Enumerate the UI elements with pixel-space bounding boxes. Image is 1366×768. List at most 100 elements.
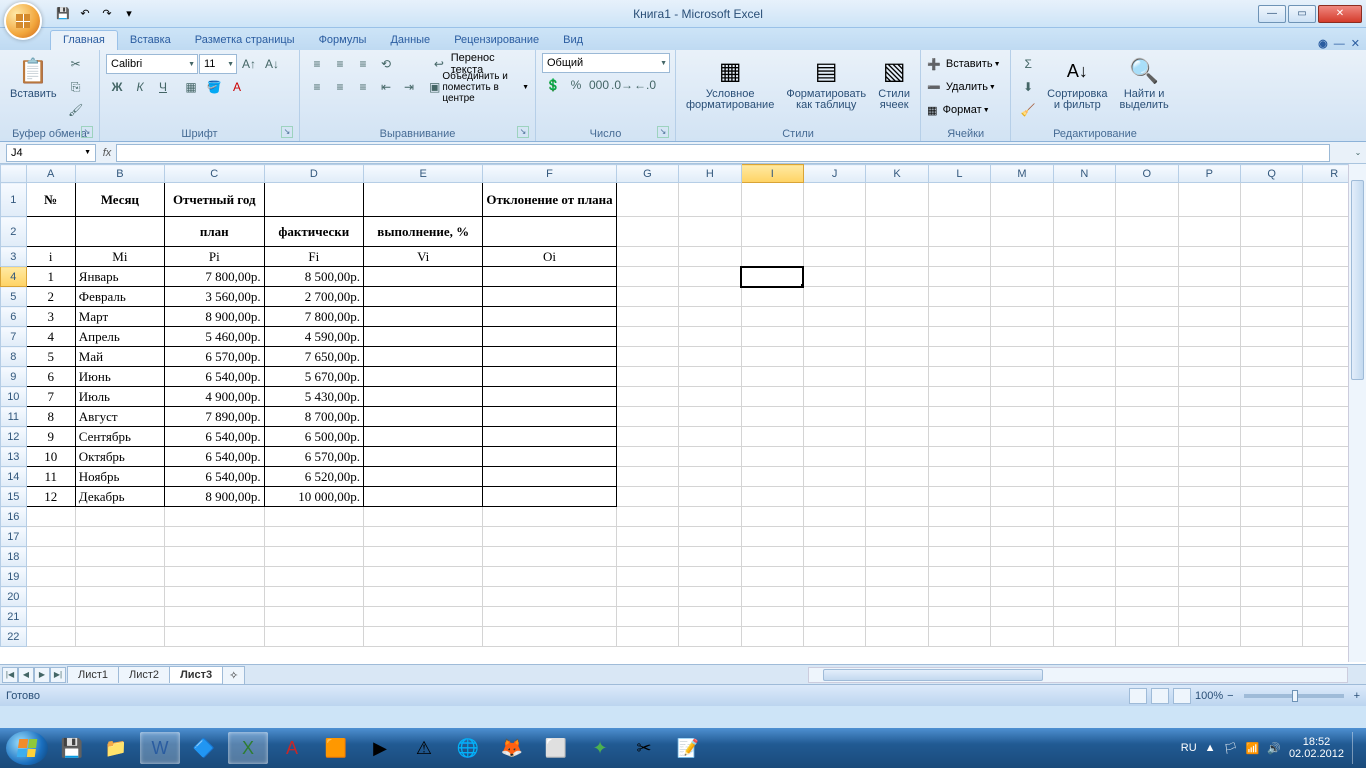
cell-E13[interactable] (364, 447, 483, 467)
cell-B10[interactable]: Июль (75, 387, 164, 407)
cell-O22[interactable] (1116, 627, 1178, 647)
cell-J21[interactable] (803, 607, 865, 627)
col-header-J[interactable]: J (803, 165, 865, 183)
cell-F2[interactable] (483, 217, 616, 247)
orientation-button[interactable]: ⟲ (375, 53, 397, 75)
cell-D9[interactable]: 5 670,00р. (264, 367, 363, 387)
cell-J14[interactable] (803, 467, 865, 487)
col-header-P[interactable]: P (1178, 165, 1240, 183)
cell-I20[interactable] (741, 587, 803, 607)
cell-L16[interactable] (928, 507, 990, 527)
cell-A1[interactable]: № (26, 183, 75, 217)
cell-C15[interactable]: 8 900,00р. (164, 487, 264, 507)
cell-P5[interactable] (1178, 287, 1240, 307)
cell-O8[interactable] (1116, 347, 1178, 367)
cell-A7[interactable]: 4 (26, 327, 75, 347)
row-header-4[interactable]: 4 (1, 267, 27, 287)
cell-M17[interactable] (991, 527, 1053, 547)
cell-K3[interactable] (866, 247, 928, 267)
cell-D18[interactable] (264, 547, 363, 567)
row-header-1[interactable]: 1 (1, 183, 27, 217)
number-format-combo[interactable]: Общий▼ (542, 53, 670, 73)
cell-E17[interactable] (364, 527, 483, 547)
cell-O10[interactable] (1116, 387, 1178, 407)
row-header-9[interactable]: 9 (1, 367, 27, 387)
sheet-nav-first-icon[interactable]: |◀ (2, 667, 18, 683)
cell-F20[interactable] (483, 587, 616, 607)
sheet-nav-next-icon[interactable]: ▶ (34, 667, 50, 683)
cell-E3[interactable]: Vi (364, 247, 483, 267)
cell-K1[interactable] (866, 183, 928, 217)
cell-H14[interactable] (679, 467, 741, 487)
cell-C16[interactable] (164, 507, 264, 527)
cell-L22[interactable] (928, 627, 990, 647)
cell-E20[interactable] (364, 587, 483, 607)
sheet-tab-2[interactable]: Лист3 (169, 666, 223, 683)
cell-Q6[interactable] (1240, 307, 1302, 327)
cell-K14[interactable] (866, 467, 928, 487)
cell-B6[interactable]: Март (75, 307, 164, 327)
cell-H22[interactable] (679, 627, 741, 647)
cell-K20[interactable] (866, 587, 928, 607)
cell-P8[interactable] (1178, 347, 1240, 367)
cell-I22[interactable] (741, 627, 803, 647)
col-header-C[interactable]: C (164, 165, 264, 183)
cell-P12[interactable] (1178, 427, 1240, 447)
cell-F14[interactable] (483, 467, 616, 487)
row-header-18[interactable]: 18 (1, 547, 27, 567)
cell-J11[interactable] (803, 407, 865, 427)
cell-F8[interactable] (483, 347, 616, 367)
sheet-tab-0[interactable]: Лист1 (67, 666, 119, 683)
cell-N9[interactable] (1053, 367, 1115, 387)
row-header-19[interactable]: 19 (1, 567, 27, 587)
cell-M16[interactable] (991, 507, 1053, 527)
cell-D19[interactable] (264, 567, 363, 587)
percent-button[interactable]: % (565, 74, 587, 96)
cell-C13[interactable]: 6 540,00р. (164, 447, 264, 467)
cell-Q10[interactable] (1240, 387, 1302, 407)
worksheet-grid[interactable]: ABCDEFGHIJKLMNOPQR1№МесяцОтчетный годОтк… (0, 164, 1366, 664)
ribbon-tab-5[interactable]: Рецензирование (442, 31, 551, 50)
cell-J9[interactable] (803, 367, 865, 387)
cell-C3[interactable]: Pi (164, 247, 264, 267)
sheet-nav-last-icon[interactable]: ▶| (50, 667, 66, 683)
cell-N4[interactable] (1053, 267, 1115, 287)
cell-M2[interactable] (991, 217, 1053, 247)
cell-M6[interactable] (991, 307, 1053, 327)
cell-B22[interactable] (75, 627, 164, 647)
cell-P14[interactable] (1178, 467, 1240, 487)
cell-G1[interactable] (616, 183, 678, 217)
cell-D10[interactable]: 5 430,00р. (264, 387, 363, 407)
cell-N7[interactable] (1053, 327, 1115, 347)
cell-C10[interactable]: 4 900,00р. (164, 387, 264, 407)
cell-I5[interactable] (741, 287, 803, 307)
paste-button[interactable]: 📋 Вставить (6, 53, 61, 102)
horizontal-scrollbar[interactable] (808, 667, 1348, 683)
cell-N11[interactable] (1053, 407, 1115, 427)
cell-A11[interactable]: 8 (26, 407, 75, 427)
cell-K18[interactable] (866, 547, 928, 567)
cell-D4[interactable]: 8 500,00р. (264, 267, 363, 287)
cell-H13[interactable] (679, 447, 741, 467)
cell-K6[interactable] (866, 307, 928, 327)
cell-E16[interactable] (364, 507, 483, 527)
font-dialog-icon[interactable]: ↘ (281, 126, 293, 138)
cell-L17[interactable] (928, 527, 990, 547)
cell-Q4[interactable] (1240, 267, 1302, 287)
cell-G10[interactable] (616, 387, 678, 407)
cell-H15[interactable] (679, 487, 741, 507)
cell-M14[interactable] (991, 467, 1053, 487)
cell-B14[interactable]: Ноябрь (75, 467, 164, 487)
cell-Q20[interactable] (1240, 587, 1302, 607)
cell-N12[interactable] (1053, 427, 1115, 447)
cell-D15[interactable]: 10 000,00р. (264, 487, 363, 507)
cell-D16[interactable] (264, 507, 363, 527)
cell-O15[interactable] (1116, 487, 1178, 507)
cell-J15[interactable] (803, 487, 865, 507)
cell-C18[interactable] (164, 547, 264, 567)
expand-formula-bar-icon[interactable]: ⌄ (1350, 148, 1366, 157)
increase-indent-button[interactable]: ⇥ (398, 76, 420, 98)
cell-Q9[interactable] (1240, 367, 1302, 387)
cell-N2[interactable] (1053, 217, 1115, 247)
cell-D3[interactable]: Fi (264, 247, 363, 267)
